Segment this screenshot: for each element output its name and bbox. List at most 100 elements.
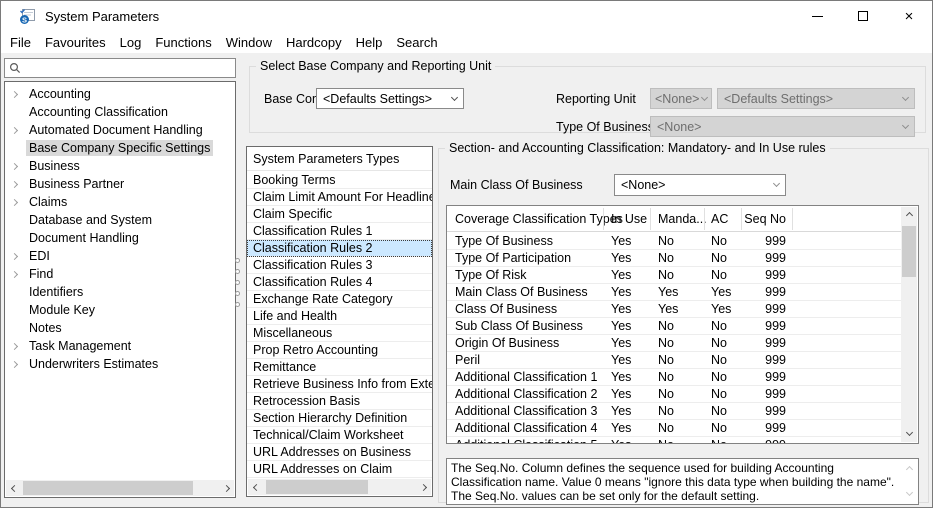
cell: Yes [611, 301, 631, 317]
types-list-item-claim-limit-amount-for-headline-loss[interactable]: Claim Limit Amount For Headline Loss [247, 189, 432, 206]
table-row-additional-classification-4[interactable]: Additional Classification 4YesNoNo999 [447, 420, 901, 437]
types-list-item-miscellaneous[interactable]: Miscellaneous [247, 325, 432, 342]
table-row-additional-classification-2[interactable]: Additional Classification 2YesNoNo999 [447, 386, 901, 403]
types-list-item-classification-rules-3[interactable]: Classification Rules 3 [247, 257, 432, 274]
chevron-right-icon[interactable] [12, 128, 26, 133]
rules-table-vscrollbar[interactable] [901, 207, 917, 442]
sidebar-item-module-key[interactable]: Module Key [5, 301, 235, 319]
types-list-item-remittance[interactable]: Remittance [247, 359, 432, 376]
sidebar-item-automated-document-handling[interactable]: Automated Document Handling [5, 121, 235, 139]
sidebar-item-business[interactable]: Business [5, 157, 235, 175]
sidebar-item-identifiers[interactable]: Identifiers [5, 283, 235, 301]
scroll-left-icon[interactable] [6, 480, 22, 496]
splitter-handle[interactable] [234, 258, 241, 307]
cell: Yes [611, 284, 631, 300]
menu-search[interactable]: Search [389, 35, 444, 50]
table-row-sub-class-of-business[interactable]: Sub Class Of BusinessYesNoNo999 [447, 318, 901, 335]
sidebar-hscrollbar[interactable] [6, 480, 234, 496]
types-list-item-retrocession-basis[interactable]: Retrocession Basis [247, 393, 432, 410]
chevron-right-icon[interactable] [12, 182, 26, 187]
seqno-description-box: The Seq.No. Column defines the sequence … [446, 458, 919, 505]
table-row-additional-classification-1[interactable]: Additional Classification 1YesNoNo999 [447, 369, 901, 386]
menu-window[interactable]: Window [219, 35, 279, 50]
base-company-select[interactable]: <Defaults Settings> [316, 88, 464, 109]
scroll-left-icon[interactable] [248, 479, 264, 495]
sidebar-item-document-handling[interactable]: Document Handling [5, 229, 235, 247]
types-list-item-retrieve-business-info-from-external-s[interactable]: Retrieve Business Info from External S [247, 376, 432, 393]
sidebar-item-database-and-system[interactable]: Database and System [5, 211, 235, 229]
types-list-item-booking-terms[interactable]: Booking Terms [247, 172, 432, 189]
table-row-main-class-of-business[interactable]: Main Class Of BusinessYesYesYes999 [447, 284, 901, 301]
table-row-peril[interactable]: PerilYesNoNo999 [447, 352, 901, 369]
sidebar-item-find[interactable]: Find [5, 265, 235, 283]
types-list-item-classification-rules-4[interactable]: Classification Rules 4 [247, 274, 432, 291]
types-list-item-technical-claim-worksheet[interactable]: Technical/Claim Worksheet [247, 427, 432, 444]
chevron-right-icon[interactable] [12, 362, 26, 367]
maximize-button[interactable] [840, 1, 886, 31]
sidebar-item-label: Module Key [26, 302, 98, 318]
column-header-manda[interactable]: Manda... [658, 206, 707, 232]
types-list-item-claim-specific[interactable]: Claim Specific [247, 206, 432, 223]
types-list-item-prop-retro-accounting[interactable]: Prop Retro Accounting [247, 342, 432, 359]
scroll-right-icon[interactable] [415, 479, 431, 495]
chevron-right-icon[interactable] [12, 344, 26, 349]
menu-functions[interactable]: Functions [148, 35, 218, 50]
types-list-item-life-and-health[interactable]: Life and Health [247, 308, 432, 325]
sidebar-item-task-management[interactable]: Task Management [5, 337, 235, 355]
menu-help[interactable]: Help [349, 35, 390, 50]
cell: Additional Classification 4 [455, 420, 597, 436]
types-list-item-classification-rules-2[interactable]: Classification Rules 2 [247, 240, 432, 257]
chevron-right-icon[interactable] [12, 164, 26, 169]
menu-log[interactable]: Log [113, 35, 149, 50]
sidebar-item-edi[interactable]: EDI [5, 247, 235, 265]
types-hscrollbar[interactable] [248, 479, 431, 495]
column-separator [704, 208, 705, 230]
types-list-item-url-addresses-on-business[interactable]: URL Addresses on Business [247, 444, 432, 461]
column-header-ac[interactable]: AC [711, 206, 728, 232]
types-list-item-url-addresses-on-claim[interactable]: URL Addresses on Claim [247, 461, 432, 478]
table-row-additional-classification-3[interactable]: Additional Classification 3YesNoNo999 [447, 403, 901, 420]
chevron-right-icon[interactable] [12, 92, 26, 97]
types-list-item-section-hierarchy-definition[interactable]: Section Hierarchy Definition [247, 410, 432, 427]
chevron-right-icon[interactable] [12, 254, 26, 259]
sidebar-item-claims[interactable]: Claims [5, 193, 235, 211]
types-list-item-exchange-rate-category[interactable]: Exchange Rate Category [247, 291, 432, 308]
column-header-coverage-classification-types[interactable]: Coverage Classification Types [455, 206, 623, 232]
sidebar-hscroll-thumb[interactable] [23, 481, 193, 495]
sidebar-item-underwriters-estimates[interactable]: Underwriters Estimates [5, 355, 235, 373]
scroll-up-icon[interactable] [901, 207, 917, 223]
sidebar-item-accounting[interactable]: Accounting [5, 85, 235, 103]
table-row-origin-of-business[interactable]: Origin Of BusinessYesNoNo999 [447, 335, 901, 352]
chevron-right-icon[interactable] [12, 200, 26, 205]
types-hscroll-thumb[interactable] [266, 480, 368, 494]
sidebar-item-label: Underwriters Estimates [26, 356, 161, 372]
sidebar-search[interactable] [4, 58, 236, 78]
close-button[interactable]: × [886, 1, 932, 31]
sidebar-item-base-company-specific-settings[interactable]: Base Company Specific Settings [5, 139, 235, 157]
minimize-button[interactable] [794, 1, 840, 31]
main-class-select[interactable]: <None> [614, 174, 786, 196]
minimize-icon [812, 16, 823, 17]
column-header-seq-no[interactable]: Seq No [741, 206, 786, 232]
menu-file[interactable]: File [3, 35, 38, 50]
search-input[interactable] [21, 60, 235, 76]
rules-table-header: Coverage Classification TypesIn Use Manda… [447, 206, 901, 232]
sidebar-item-accounting-classification[interactable]: Accounting Classification [5, 103, 235, 121]
menu-favourites[interactable]: Favourites [38, 35, 113, 50]
chevron-right-icon[interactable] [12, 272, 26, 277]
splitter-dot [235, 258, 240, 263]
table-row-additional-classification-5[interactable]: Additional Classification 5YesNoNo999 [447, 437, 901, 443]
cell: Class Of Business [455, 301, 557, 317]
scroll-down-icon[interactable] [901, 426, 917, 442]
sidebar-item-business-partner[interactable]: Business Partner [5, 175, 235, 193]
column-header-in-use[interactable]: In Use [611, 206, 647, 232]
rules-vscroll-thumb[interactable] [902, 226, 916, 277]
sidebar-item-notes[interactable]: Notes [5, 319, 235, 337]
table-row-type-of-risk[interactable]: Type Of RiskYesNoNo999 [447, 267, 901, 284]
scroll-right-icon[interactable] [218, 480, 234, 496]
menu-hardcopy[interactable]: Hardcopy [279, 35, 349, 50]
table-row-class-of-business[interactable]: Class Of BusinessYesYesYes999 [447, 301, 901, 318]
types-list-item-classification-rules-1[interactable]: Classification Rules 1 [247, 223, 432, 240]
table-row-type-of-participation[interactable]: Type Of ParticipationYesNoNo999 [447, 250, 901, 267]
table-row-type-of-business[interactable]: Type Of BusinessYesNoNo999 [447, 233, 901, 250]
